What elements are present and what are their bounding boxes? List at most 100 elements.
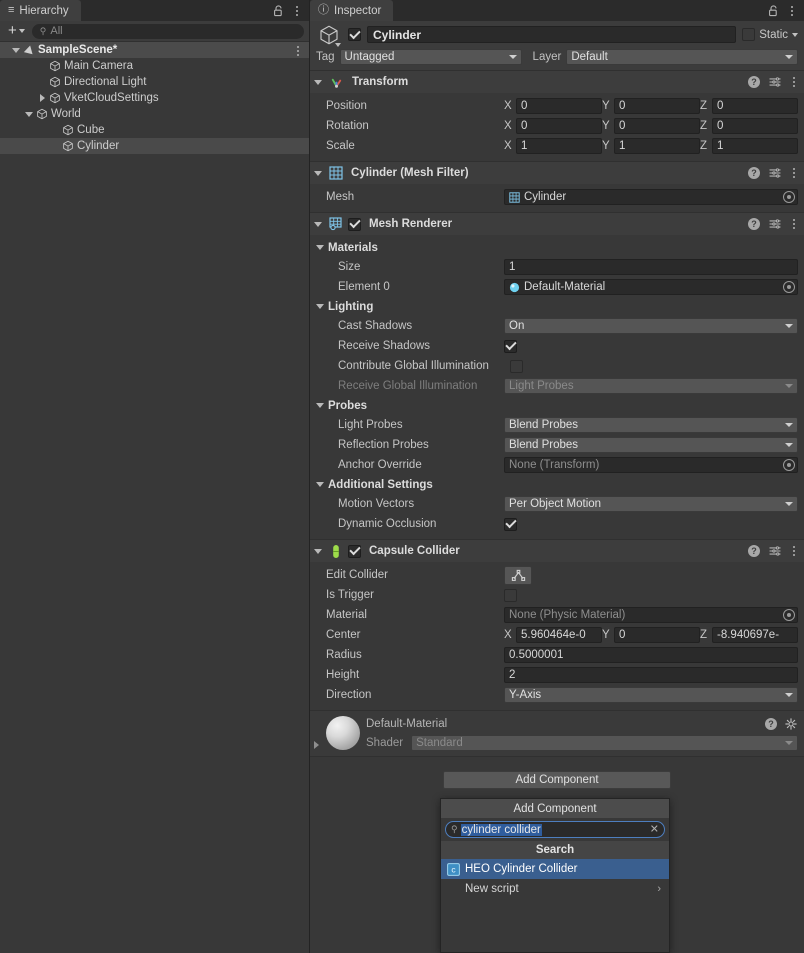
scale-z-input[interactable]: 1 — [712, 138, 798, 154]
center-x-input[interactable]: 5.960464e-0 — [516, 627, 602, 643]
add-component-button[interactable]: Add Component — [443, 771, 671, 789]
component-header[interactable]: Cylinder (Mesh Filter)? — [310, 162, 804, 184]
hierarchy-search-input[interactable]: ⚲ All — [32, 24, 304, 39]
is-trigger-checkbox[interactable] — [504, 589, 517, 602]
anchor-override-object-field[interactable]: None (Transform) — [504, 457, 798, 473]
hierarchy-item-vketcloudsettings[interactable]: VketCloudSettings — [0, 90, 309, 106]
help-icon[interactable]: ? — [748, 218, 760, 230]
gameobject-name-input[interactable]: Cylinder — [367, 26, 736, 43]
foldout-additional-settings[interactable]: Additional Settings — [310, 475, 804, 494]
contribute-global-illumination-checkbox[interactable] — [510, 360, 523, 373]
search-icon: ⚲ — [451, 824, 458, 835]
gameobject-name-row: Cylinder Static — [316, 25, 798, 44]
component-search-input[interactable]: ⚲ cylinder collider ✕ — [445, 821, 665, 838]
rotation-x-input[interactable]: 0 — [516, 118, 602, 134]
mesh-object-field[interactable]: Cylinder — [504, 189, 798, 205]
position-y-input[interactable]: 0 — [614, 98, 700, 114]
foldout-expanded-icon[interactable] — [314, 222, 322, 227]
foldout-expanded-icon[interactable] — [314, 171, 322, 176]
axis-y: Y1 — [602, 138, 700, 154]
foldout-expanded-icon[interactable] — [10, 48, 22, 53]
cast-shadows-dropdown[interactable]: On — [504, 318, 798, 334]
clear-x-icon[interactable]: ✕ — [650, 824, 659, 835]
component-header[interactable]: Capsule Collider? — [310, 540, 804, 562]
static-checkbox[interactable] — [742, 28, 755, 41]
inspector-menu-icon[interactable] — [788, 6, 796, 16]
rotation-y-input[interactable]: 0 — [614, 118, 700, 134]
component-menu-icon[interactable] — [294, 46, 302, 56]
height-input[interactable]: 2 — [504, 667, 798, 683]
object-picker-icon[interactable] — [783, 281, 795, 293]
component-menu-icon[interactable] — [790, 546, 798, 556]
dropdown-value: Y-Axis — [509, 689, 541, 701]
hierarchy-item-main-camera[interactable]: Main Camera — [0, 58, 309, 74]
radius-input[interactable]: 0.5000001 — [504, 647, 798, 663]
center-y-input[interactable]: 0 — [614, 627, 700, 643]
hierarchy-menu-icon[interactable] — [293, 6, 301, 16]
lock-icon[interactable] — [768, 5, 779, 17]
hierarchy-item-samplescene[interactable]: SampleScene* — [0, 42, 309, 58]
component-header[interactable]: Mesh Renderer? — [310, 213, 804, 235]
foldout-expanded-icon[interactable] — [314, 80, 322, 85]
tag-dropdown[interactable]: Untagged — [340, 49, 522, 65]
rotation-z-input[interactable]: 0 — [712, 118, 798, 134]
add-gameobject-button[interactable]: + — [5, 23, 28, 39]
static-dropdown-icon[interactable] — [792, 33, 798, 37]
motion-vectors-dropdown[interactable]: Per Object Motion — [504, 496, 798, 512]
object-picker-icon[interactable] — [783, 191, 795, 203]
component-enabled-checkbox[interactable] — [348, 218, 361, 231]
preset-icon[interactable] — [769, 167, 781, 179]
receive-global-illumination-dropdown[interactable]: Light Probes — [504, 378, 798, 394]
element-0-object-field[interactable]: Default-Material — [504, 279, 798, 295]
layer-dropdown[interactable]: Default — [566, 49, 798, 65]
shader-dropdown[interactable]: Standard — [411, 735, 798, 751]
position-x-input[interactable]: 0 — [516, 98, 602, 114]
scale-x-input[interactable]: 1 — [516, 138, 602, 154]
object-picker-icon[interactable] — [783, 609, 795, 621]
tab-inspector[interactable]: ⓘ Inspector — [310, 0, 393, 21]
gear-icon[interactable] — [785, 718, 797, 730]
component-menu-icon[interactable] — [790, 219, 798, 229]
help-icon[interactable]: ? — [765, 718, 777, 730]
light-probes-dropdown[interactable]: Blend Probes — [504, 417, 798, 433]
foldout-expanded-icon[interactable] — [23, 112, 35, 117]
preset-icon[interactable] — [769, 76, 781, 88]
component-menu-icon[interactable] — [790, 77, 798, 87]
help-icon[interactable]: ? — [748, 545, 760, 557]
edit-collider-icon[interactable] — [504, 566, 532, 585]
foldout-expanded-icon[interactable] — [314, 549, 322, 554]
receive-shadows-checkbox[interactable] — [504, 340, 517, 353]
hierarchy-item-world[interactable]: World — [0, 106, 309, 122]
tab-hierarchy[interactable]: ≡ Hierarchy — [0, 0, 81, 21]
hierarchy-item-cube[interactable]: Cube — [0, 122, 309, 138]
component-enabled-checkbox[interactable] — [348, 545, 361, 558]
gameobject-enabled-checkbox[interactable] — [348, 28, 361, 41]
hierarchy-item-cylinder[interactable]: Cylinder — [0, 138, 309, 154]
dynamic-occlusion-checkbox[interactable] — [504, 518, 517, 531]
object-picker-icon[interactable] — [783, 459, 795, 471]
help-icon[interactable]: ? — [748, 76, 760, 88]
foldout-materials[interactable]: Materials — [310, 238, 804, 257]
reflection-probes-dropdown[interactable]: Blend Probes — [504, 437, 798, 453]
component-header[interactable]: Transform? — [310, 71, 804, 93]
hierarchy-item-directional-light[interactable]: Directional Light — [0, 74, 309, 90]
size-input[interactable]: 1 — [504, 259, 798, 275]
foldout-probes[interactable]: Probes — [310, 396, 804, 415]
preset-icon[interactable] — [769, 545, 781, 557]
popup-item-heo-cylinder-collider[interactable]: cHEO Cylinder Collider — [441, 859, 669, 879]
center-z-input[interactable]: -8.940697e- — [712, 627, 798, 643]
foldout-lighting[interactable]: Lighting — [310, 297, 804, 316]
position-z-input[interactable]: 0 — [712, 98, 798, 114]
help-icon[interactable]: ? — [748, 167, 760, 179]
preset-icon[interactable] — [769, 218, 781, 230]
material-foldout-icon[interactable] — [314, 741, 319, 749]
scale-y-input[interactable]: 1 — [614, 138, 700, 154]
popup-item-new-script[interactable]: New script› — [441, 879, 669, 899]
field-row-light-probes: Light ProbesBlend Probes — [310, 415, 804, 435]
material-object-field[interactable]: None (Physic Material) — [504, 607, 798, 623]
component-menu-icon[interactable] — [790, 168, 798, 178]
foldout-collapsed-icon[interactable] — [36, 94, 48, 102]
direction-dropdown[interactable]: Y-Axis — [504, 687, 798, 703]
lock-icon[interactable] — [273, 5, 284, 17]
chevron-down-icon[interactable] — [335, 43, 341, 47]
